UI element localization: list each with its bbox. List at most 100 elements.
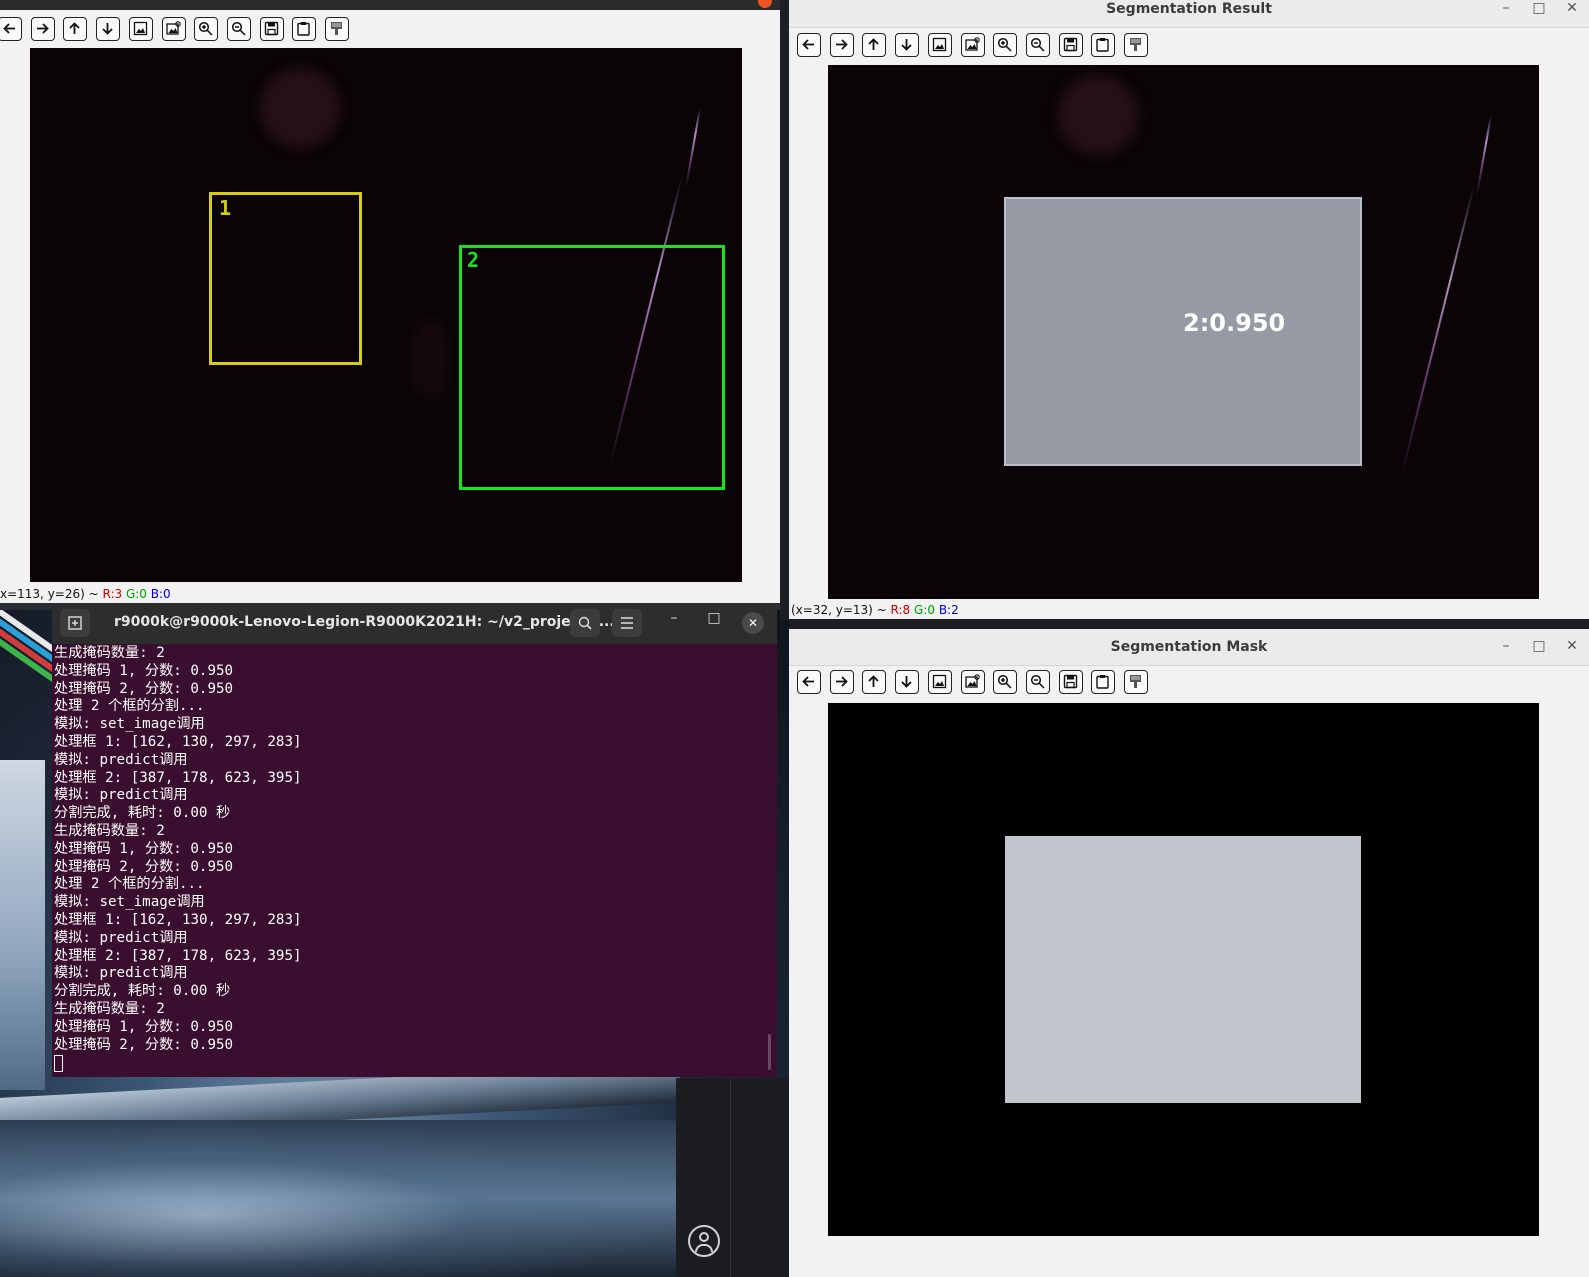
user-account-icon[interactable] [688, 1225, 720, 1257]
status-red: R:8 [890, 603, 911, 617]
properties-button[interactable] [325, 17, 349, 41]
terminal-line: 模拟: predict调用 [54, 787, 188, 804]
terminal-line: 处理 2 个框的分割... [54, 698, 205, 715]
terminal-line: 模拟: predict调用 [54, 751, 188, 768]
hamburger-menu-icon [621, 617, 633, 629]
terminal-headerbar[interactable]: r9000k@r9000k-Lenovo-Legion-R9000K2021H:… [52, 604, 777, 644]
status-blue: B:0 [150, 587, 171, 601]
image-toolbar [789, 28, 1589, 62]
status-red: R:3 [102, 587, 123, 601]
frame-image[interactable]: 1 2 [30, 48, 742, 582]
mask-score-label: 2:0.950 [1183, 309, 1286, 337]
maximize-button[interactable]: □ [704, 610, 724, 626]
terminal-line: 分割完成, 耗时: 0.00 秒 [54, 805, 231, 822]
pan-up-icon [69, 22, 81, 34]
close-button[interactable]: ✕ [1559, 0, 1585, 27]
properties-icon [331, 22, 342, 35]
search-button[interactable] [570, 609, 600, 637]
result-image[interactable]: 2:0.950 [828, 65, 1539, 599]
pan-up-button[interactable] [63, 17, 88, 41]
pan-right-icon [835, 676, 848, 687]
segmentation-result-window: Segmentation Result – □ ✕ 2:0.950 (x=32,… [789, 0, 1589, 619]
zoom-out-button[interactable] [1025, 33, 1050, 57]
pan-left-icon [802, 39, 814, 50]
properties-button[interactable] [1124, 670, 1148, 694]
zoom-out-button[interactable] [226, 17, 251, 41]
terminal-line: 生成掩码数量: 2 [54, 1000, 165, 1017]
dock-divider [730, 1078, 731, 1277]
zoom-in-icon [998, 37, 1012, 52]
zoom-original-button[interactable] [161, 17, 186, 41]
new-tab-icon [68, 616, 82, 630]
pan-up-button[interactable] [862, 33, 887, 57]
zoom-original-icon [964, 674, 980, 688]
pan-right-button[interactable] [829, 670, 854, 694]
terminal-line: 分割完成, 耗时: 0.00 秒 [54, 983, 231, 1000]
save-button[interactable] [1058, 33, 1083, 57]
bbox-2-label: 2 [467, 248, 480, 272]
zoom-original-button[interactable] [960, 33, 985, 57]
terminal-line: 模拟: set_image调用 [54, 716, 205, 733]
menu-button[interactable] [612, 609, 642, 637]
pan-left-button[interactable] [797, 33, 821, 57]
zoom-fit-button[interactable] [128, 17, 153, 41]
bbox-1-label: 1 [219, 196, 232, 220]
copy-clipboard-button[interactable] [1091, 670, 1116, 694]
mask-image[interactable] [828, 703, 1539, 1236]
minimize-button[interactable]: – [1493, 0, 1519, 27]
zoom-out-button[interactable] [1025, 670, 1050, 694]
zoom-original-button[interactable] [960, 670, 985, 694]
terminal-line: 模拟: predict调用 [54, 965, 188, 982]
pan-down-icon [102, 23, 113, 35]
close-button[interactable]: ✕ [1559, 629, 1585, 665]
pan-right-button[interactable] [829, 33, 854, 57]
save-icon [1063, 37, 1077, 52]
save-button[interactable] [1058, 670, 1083, 694]
terminal-line: 处理框 2: [387, 178, 623, 395] [54, 947, 302, 964]
bbox-1[interactable] [209, 192, 362, 365]
result-titlebar[interactable]: Segmentation Result – □ ✕ [789, 0, 1589, 28]
status-green: G:0 [914, 603, 935, 617]
save-button[interactable] [259, 17, 284, 41]
zoom-in-button[interactable] [194, 17, 219, 41]
pan-left-icon [802, 676, 814, 687]
zoom-fit-button[interactable] [927, 670, 952, 694]
terminal-line: 处理框 1: [162, 130, 297, 283] [54, 733, 302, 750]
pan-left-button[interactable] [0, 17, 22, 41]
status-blue: B:2 [938, 603, 959, 617]
zoom-out-icon [1030, 674, 1045, 689]
properties-button[interactable] [1124, 33, 1148, 57]
terminal-output[interactable]: 生成掩码数量: 2 处理掩码 1, 分数: 0.950 处理掩码 2, 分数: 0.… [54, 645, 769, 1073]
copy-clipboard-button[interactable] [292, 17, 317, 41]
zoom-in-button[interactable] [993, 33, 1018, 57]
maximize-button[interactable]: □ [1526, 0, 1552, 27]
copy-clipboard-icon [1096, 38, 1109, 52]
image-toolbar [789, 665, 1589, 699]
terminal-line: 处理掩码 2, 分数: 0.950 [54, 858, 234, 875]
wallpaper-stripes [0, 610, 60, 730]
minimize-button[interactable]: – [1493, 629, 1519, 665]
pan-left-icon [3, 23, 15, 34]
terminal-scrollbar[interactable] [768, 1034, 771, 1070]
terminal-cursor [54, 1055, 63, 1072]
pan-down-button[interactable] [895, 33, 920, 57]
maximize-button[interactable]: □ [1526, 629, 1552, 665]
zoom-in-button[interactable] [993, 670, 1018, 694]
pan-up-button[interactable] [862, 670, 887, 694]
mask-titlebar[interactable]: Segmentation Mask – □ ✕ [789, 629, 1589, 666]
close-button[interactable]: ✕ [742, 612, 764, 634]
new-tab-button[interactable] [60, 609, 90, 637]
pan-left-button[interactable] [797, 670, 821, 694]
minimize-button[interactable]: – [664, 610, 684, 626]
pan-down-button[interactable] [96, 17, 121, 41]
bbox-2[interactable] [459, 245, 725, 490]
pan-down-button[interactable] [895, 670, 920, 694]
zoom-original-icon [165, 21, 181, 35]
terminal-line: 处理掩码 1, 分数: 0.950 [54, 840, 234, 857]
terminal-line: 处理掩码 2, 分数: 0.950 [54, 680, 234, 697]
binary-mask-region [1005, 836, 1361, 1103]
zoom-fit-button[interactable] [927, 33, 952, 57]
pan-right-button[interactable] [30, 17, 55, 41]
pan-down-icon [901, 676, 912, 688]
copy-clipboard-button[interactable] [1091, 33, 1116, 57]
